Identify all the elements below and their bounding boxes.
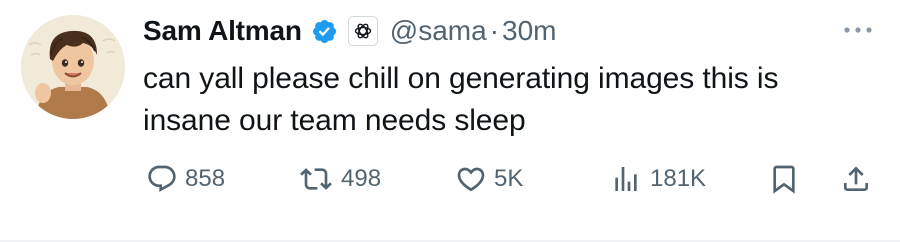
views-button[interactable]: 181K — [609, 162, 706, 196]
tweet: Sam Altman @sama · 30m can yall please c… — [0, 0, 900, 242]
avatar[interactable] — [21, 15, 125, 119]
avatar-illustration — [21, 15, 125, 119]
affiliate-openai-icon[interactable] — [347, 16, 378, 46]
views-icon — [609, 163, 643, 195]
tweet-header: Sam Altman @sama · 30m — [143, 11, 557, 51]
verified-badge-icon — [311, 18, 338, 45]
bookmark-button[interactable] — [768, 162, 800, 196]
bookmark-icon — [768, 163, 800, 195]
retweet-count: 498 — [341, 165, 382, 192]
like-button[interactable]: 5K — [455, 162, 523, 196]
separator-dot: · — [489, 15, 500, 46]
more-options-icon[interactable] — [841, 20, 875, 40]
reply-icon — [146, 163, 178, 195]
reply-count: 858 — [185, 165, 226, 192]
tweet-timestamp[interactable]: 30m — [502, 15, 556, 47]
tweet-text: can yall please chill on generating imag… — [143, 62, 779, 137]
reply-button[interactable]: 858 — [146, 162, 225, 196]
heart-icon — [455, 163, 487, 195]
retweet-button[interactable]: 498 — [298, 162, 381, 196]
author-handle[interactable]: @sama — [390, 15, 487, 47]
share-icon — [840, 163, 872, 195]
share-button[interactable] — [840, 162, 872, 196]
author-name[interactable]: Sam Altman — [143, 15, 302, 47]
retweet-icon — [298, 163, 334, 195]
views-count: 181K — [650, 165, 707, 192]
like-count: 5K — [494, 165, 524, 192]
